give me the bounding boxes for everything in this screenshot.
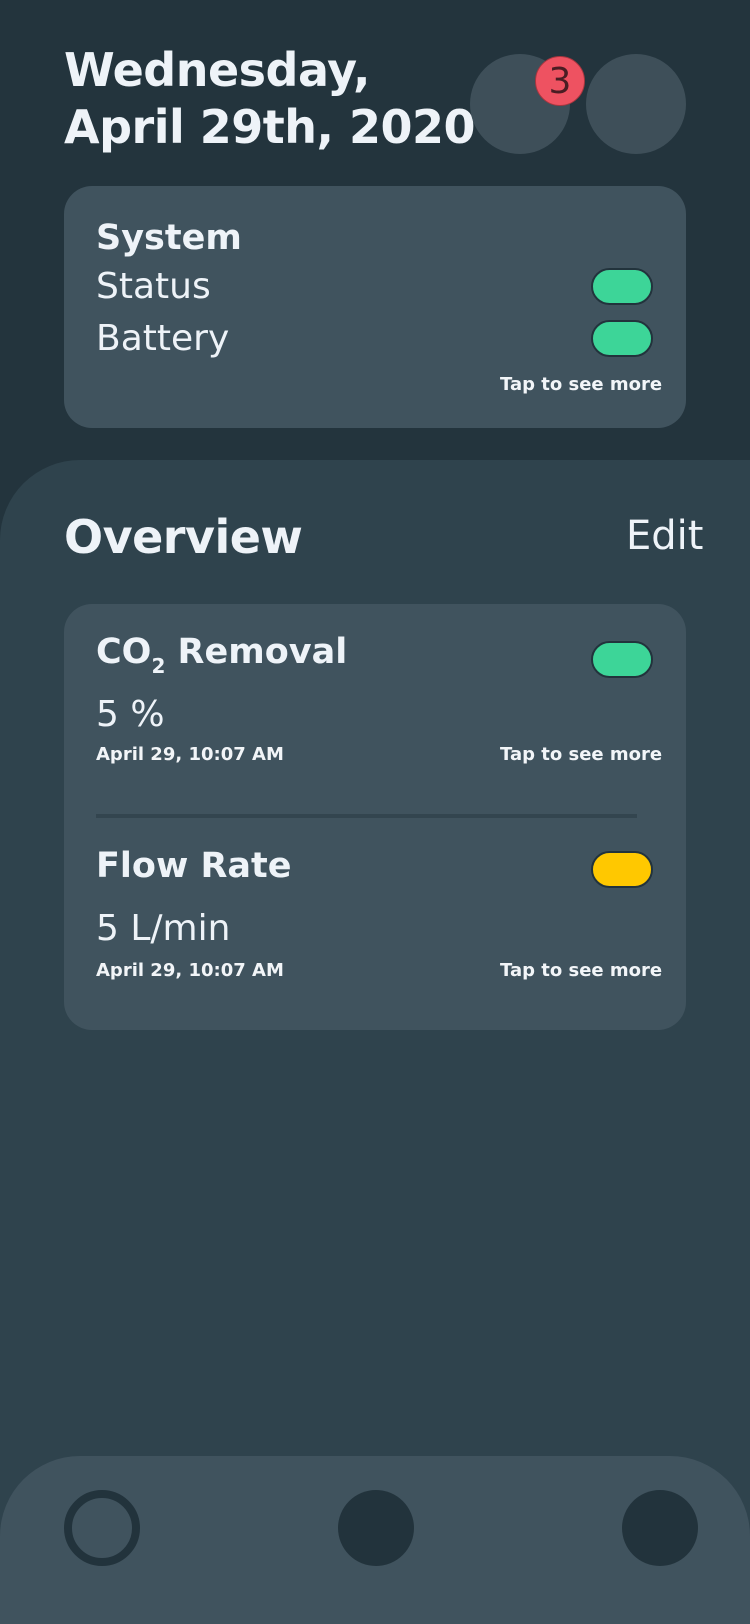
tab-2-icon[interactable] [338,1490,414,1566]
status-indicator [591,268,653,305]
profile-button[interactable] [586,54,686,154]
co2-title-subscript: 2 [151,654,166,678]
flow-rate-value: 5 L/min [96,908,231,949]
home-tab-icon[interactable] [64,1490,140,1566]
page-date: Wednesday, April 29th, 2020 [64,42,476,156]
flow-rate-title[interactable]: Flow Rate [96,846,292,886]
system-card-title: System [96,218,242,258]
tab-3-icon[interactable] [622,1490,698,1566]
co2-status-indicator [591,641,653,678]
co2-removal-timestamp: April 29, 10:07 AM [96,744,284,765]
system-card[interactable]: System Status Battery Tap to see more [64,186,686,428]
date-line-1: Wednesday, [64,43,371,97]
flow-rate-status-indicator [591,851,653,888]
flow-rate-timestamp: April 29, 10:07 AM [96,960,284,981]
co2-title-prefix: CO [96,632,152,672]
card-divider [96,814,637,818]
edit-button[interactable]: Edit [626,513,703,559]
overview-title: Overview [64,510,303,564]
overview-card: CO2 Removal 5 % April 29, 10:07 AM Tap t… [64,604,686,1030]
co2-removal-value: 5 % [96,694,165,735]
co2-tap-hint[interactable]: Tap to see more [500,744,662,765]
status-label: Status [96,266,211,307]
notification-count-badge: 3 [535,56,585,106]
system-tap-hint[interactable]: Tap to see more [500,374,662,395]
bottom-tab-bar [0,1456,750,1624]
battery-label: Battery [96,318,230,359]
co2-title-suffix: Removal [165,632,348,672]
date-line-2: April 29th, 2020 [64,100,476,154]
battery-indicator [591,320,653,357]
co2-removal-title[interactable]: CO2 Removal [96,632,347,678]
flow-rate-tap-hint[interactable]: Tap to see more [500,960,662,981]
